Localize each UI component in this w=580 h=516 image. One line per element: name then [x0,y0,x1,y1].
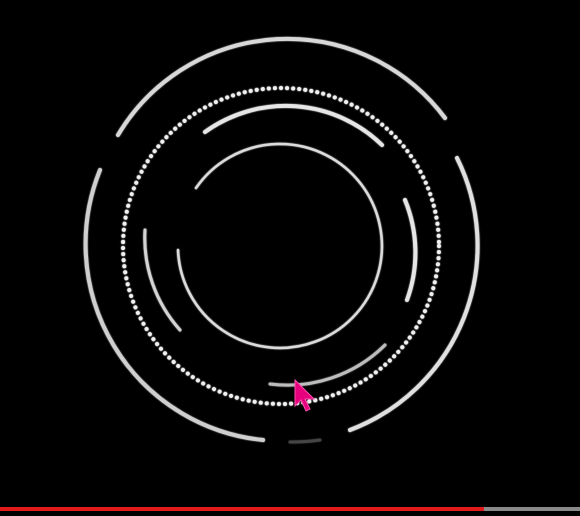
outer-ring-arc [288,438,322,444]
progress-played [0,507,485,511]
circular-rings-animation [83,36,480,444]
progress-bar[interactable] [0,507,580,511]
video-player[interactable] [0,0,580,516]
inner-ring-arc [203,103,384,147]
core-ring [176,142,384,350]
inner-ring-arc [143,228,182,332]
video-frame[interactable] [0,0,580,506]
inner-ring-arc [403,198,418,302]
dotted-ring [121,86,441,406]
